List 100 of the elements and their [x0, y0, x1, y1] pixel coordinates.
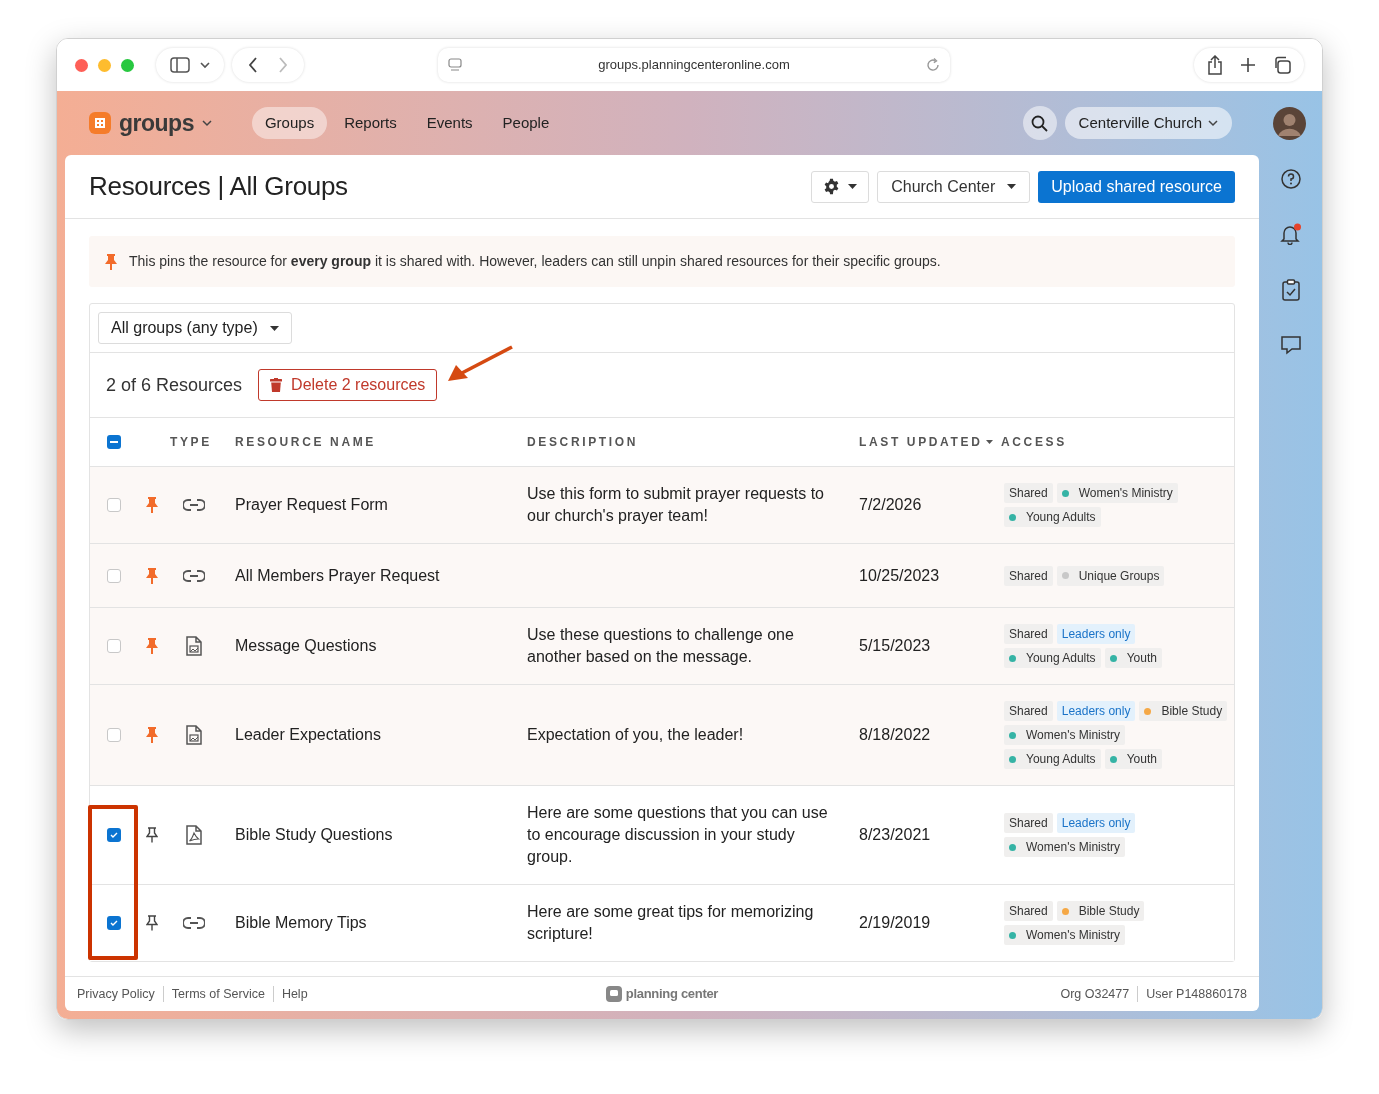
footer-link[interactable]: Privacy Policy — [77, 984, 155, 1004]
group-tag: Unique Groups — [1056, 565, 1165, 586]
close-window-button[interactable] — [75, 58, 88, 72]
image-file-icon — [186, 636, 202, 656]
resource-name[interactable]: All Members Prayer Request — [235, 564, 440, 587]
share-icon[interactable] — [1206, 55, 1223, 75]
delete-button[interactable]: Delete 2 resources — [258, 369, 438, 401]
leaders-only-tag: Leaders only — [1056, 813, 1136, 833]
pin-icon[interactable] — [146, 827, 158, 843]
brand-name: planning center — [625, 985, 719, 1004]
shared-tag: Shared — [1004, 624, 1053, 644]
row-checkbox[interactable] — [107, 728, 121, 742]
pin-icon[interactable] — [146, 915, 158, 931]
group-tag: Bible Study — [1056, 901, 1145, 921]
settings-dropdown[interactable] — [811, 170, 870, 203]
sidebar-icon — [170, 57, 190, 73]
group-tag: Bible Study — [1139, 701, 1228, 721]
group-tag: Women's Ministry — [1056, 483, 1178, 503]
nav-tab[interactable]: People — [489, 107, 563, 139]
last-updated-date: 8/18/2022 — [859, 725, 931, 745]
caret-icon — [848, 184, 858, 189]
app-name[interactable]: groups — [119, 105, 194, 141]
row-checkbox[interactable] — [107, 916, 121, 930]
page-icon — [448, 58, 462, 72]
link-icon — [183, 499, 205, 511]
group-tag: Women's Ministry — [1004, 725, 1126, 745]
footer-link[interactable]: Terms of Service — [171, 984, 265, 1004]
resource-name[interactable]: Bible Memory Tips — [235, 912, 367, 934]
page-title: Resources | All Groups — [89, 170, 348, 203]
nav-tab[interactable]: Events — [413, 107, 486, 139]
shared-tag: Shared — [1004, 701, 1053, 721]
link-icon — [183, 569, 205, 582]
resource-name[interactable]: Bible Study Questions — [235, 824, 393, 846]
pinned-icon[interactable] — [146, 567, 158, 584]
group-tag: Young Adults — [1004, 749, 1101, 769]
chevron-down-icon[interactable] — [201, 119, 212, 127]
group-tag: Young Adults — [1004, 507, 1101, 527]
last-updated-date: 10/25/2023 — [859, 565, 940, 586]
app-logo-icon — [89, 112, 111, 134]
resource-description: Here are some questions that you can use to encourage discussion in your study group. — [527, 803, 829, 867]
search-button[interactable] — [1022, 106, 1057, 140]
nav-tab[interactable]: Reports — [331, 107, 410, 139]
chat-icon[interactable] — [1279, 335, 1302, 355]
last-updated-date: 5/15/2023 — [859, 636, 931, 656]
notice-text: This pins the resource for every group it is shared with. However, leaders can still unpin shared resources for their specific groups. — [129, 252, 941, 271]
upload-button[interactable]: Upload shared resource — [1038, 170, 1235, 203]
resource-description: Here are some great tips for memorizing scripture! — [527, 902, 815, 944]
back-icon[interactable] — [248, 57, 258, 73]
footer-link[interactable]: Help — [281, 984, 308, 1004]
organization-dropdown[interactable]: Centerville Church — [1064, 107, 1232, 139]
group-tag: Women's Ministry — [1004, 837, 1126, 857]
shared-tag: Shared — [1004, 813, 1053, 833]
row-checkbox[interactable] — [107, 639, 121, 653]
leaders-only-tag: Leaders only — [1056, 701, 1136, 721]
last-updated-date: 7/2/2026 — [859, 495, 922, 515]
clipboard-icon[interactable] — [1280, 279, 1301, 301]
row-checkbox[interactable] — [107, 498, 121, 512]
chevron-down-icon — [200, 61, 210, 69]
pinned-icon[interactable] — [146, 497, 158, 513]
group-tag: Young Adults — [1004, 648, 1101, 668]
notification-bell-icon[interactable] — [1279, 223, 1302, 245]
group-tag: Youth — [1104, 749, 1162, 769]
group-filter-dropdown[interactable]: All groups (any type) — [98, 312, 292, 344]
resource-name[interactable]: Leader Expectations — [235, 724, 381, 746]
sort-caret-icon[interactable] — [986, 440, 994, 444]
resource-name[interactable]: Prayer Request Form — [235, 494, 388, 516]
last-updated-date: 2/19/2019 — [859, 913, 931, 933]
link-icon — [183, 917, 205, 929]
resource-description: Expectation of you, the leader! — [527, 725, 744, 745]
settings-icon — [823, 178, 841, 195]
resource-description: Use these questions to challenge one another based on the message. — [527, 625, 795, 667]
row-checkbox[interactable] — [107, 828, 121, 842]
row-checkbox[interactable] — [107, 568, 121, 583]
column-header: TYPE — [170, 434, 212, 451]
new-tab-icon[interactable] — [1240, 57, 1256, 73]
pdf-file-icon — [186, 825, 202, 845]
nav-tab[interactable]: Groups — [251, 107, 328, 139]
checkmark-icon — [110, 832, 118, 838]
shared-tag: Shared — [1004, 901, 1053, 921]
url-text: groups.planningcenteronline.com — [597, 56, 791, 75]
tabs-icon[interactable] — [1273, 56, 1292, 74]
help-icon[interactable] — [1280, 169, 1301, 189]
org-id: Org O32477 — [1060, 985, 1130, 1003]
chevron-down-icon — [1208, 119, 1218, 127]
resource-name[interactable]: Message Questions — [235, 635, 377, 657]
address-bar[interactable]: groups.planningcenteronline.com — [438, 48, 950, 82]
shared-tag: Shared — [1004, 565, 1053, 586]
search-icon — [1031, 114, 1049, 132]
group-tag: Youth — [1104, 648, 1162, 668]
pinned-icon[interactable] — [146, 638, 158, 654]
arrow-drawing — [446, 345, 514, 383]
avatar[interactable] — [1273, 106, 1306, 140]
church-center-dropdown[interactable]: Church Center — [877, 170, 1031, 203]
select-all-checkbox[interactable] — [107, 435, 121, 449]
reload-icon[interactable] — [926, 58, 940, 72]
column-header[interactable]: LAST UPDATED — [859, 433, 994, 451]
caret-icon — [1007, 184, 1017, 189]
pinned-icon[interactable] — [146, 727, 158, 743]
dash-icon — [110, 441, 118, 443]
brand-logo-icon — [605, 986, 622, 1002]
